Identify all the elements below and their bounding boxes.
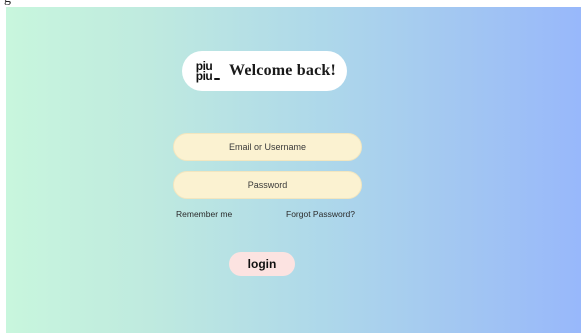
brand-header: piu piu Welcome back! xyxy=(182,51,347,91)
forgot-password-link[interactable]: Forgot Password? xyxy=(286,209,355,219)
password-input[interactable] xyxy=(173,171,362,199)
login-button[interactable]: login xyxy=(229,252,295,276)
email-username-input[interactable] xyxy=(173,133,362,161)
screen: g piu piu Welcome back! Remember me Forg… xyxy=(0,0,581,334)
brand-logo: piu piu xyxy=(188,55,220,87)
top-caption: g xyxy=(4,0,11,6)
welcome-title: Welcome back! xyxy=(229,62,337,79)
remember-me-toggle[interactable]: Remember me xyxy=(176,209,232,219)
logo-text-bottom: piu xyxy=(195,69,213,83)
logo-mark xyxy=(214,78,220,80)
